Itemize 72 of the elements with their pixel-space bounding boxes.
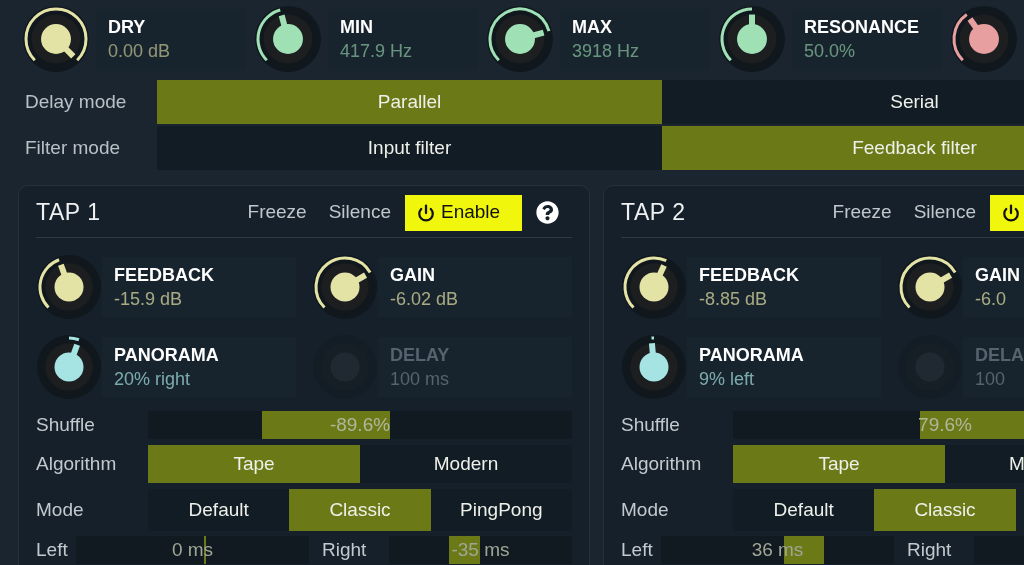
row-label: Mode xyxy=(621,497,670,522)
knob-value: 3918 Hz xyxy=(572,40,641,63)
option-button[interactable]: M xyxy=(945,445,1024,483)
tap-title: TAP 2 xyxy=(621,198,687,228)
option-button[interactable]: Classic xyxy=(289,489,431,531)
value-field[interactable]: -35 ms xyxy=(389,536,572,564)
option-button[interactable]: Serial xyxy=(662,80,1024,124)
knob-label: PANORAMA xyxy=(114,344,220,367)
knob-label: DELA xyxy=(975,344,1024,367)
row-label: Algorithm xyxy=(621,451,703,476)
knob-label: FEEDBACK xyxy=(699,264,800,287)
knob-value: 100 ms xyxy=(390,368,451,391)
knob[interactable] xyxy=(22,5,90,73)
silence-button[interactable]: Silence xyxy=(317,194,402,231)
option-button[interactable]: Default xyxy=(733,489,875,531)
field-value: -35 ms xyxy=(451,537,510,562)
row-label: Delay mode xyxy=(24,89,128,114)
option-button[interactable]: PingPong xyxy=(430,489,572,531)
option-button[interactable]: Feedback filter xyxy=(662,126,1024,170)
knob-value: -15.9 dB xyxy=(114,288,184,311)
knob[interactable] xyxy=(621,254,687,320)
knob-label: PANORAMA xyxy=(699,344,805,367)
power-icon xyxy=(1002,203,1020,222)
knob-label: GAIN xyxy=(975,264,1021,287)
knob-value: 0.00 dB xyxy=(108,40,172,63)
row-label: Left xyxy=(36,537,69,562)
tap-title: TAP 1 xyxy=(36,198,102,228)
option-button[interactable]: Default xyxy=(148,489,290,531)
option-button[interactable]: Parallel xyxy=(157,80,662,124)
row-label: Right xyxy=(906,537,953,562)
knob-label: RESONANCE xyxy=(804,16,920,39)
knob[interactable] xyxy=(621,334,687,400)
row-label: Filter mode xyxy=(24,135,122,160)
row-label: Left xyxy=(621,537,654,562)
knob[interactable] xyxy=(36,254,102,320)
knob-value: 50.0% xyxy=(804,40,857,63)
help-icon[interactable] xyxy=(535,201,559,224)
option-button[interactable]: Classic xyxy=(874,489,1016,531)
knob-value: -6.0 xyxy=(975,288,1008,311)
option-button[interactable]: Tape xyxy=(733,445,945,483)
row-label: Mode xyxy=(36,497,85,522)
knob[interactable] xyxy=(36,334,102,400)
option-button[interactable]: Modern xyxy=(360,445,572,483)
silence-button[interactable]: Silence xyxy=(902,194,987,231)
knob[interactable] xyxy=(486,5,554,73)
knob[interactable] xyxy=(254,5,322,73)
knob-value: 417.9 Hz xyxy=(340,40,414,63)
knob-value: 9% left xyxy=(699,368,756,391)
knob-label: MAX xyxy=(572,16,613,39)
freeze-button[interactable]: Freeze xyxy=(821,194,903,231)
row-label: Shuffle xyxy=(621,412,681,437)
row-label: Algorithm xyxy=(36,451,118,476)
knob-label: MIN xyxy=(340,16,374,39)
knob-value: -6.02 dB xyxy=(390,288,460,311)
knob-label: DELAY xyxy=(390,344,451,367)
row-label: Right xyxy=(321,537,368,562)
knob-value: 20% right xyxy=(114,368,192,391)
row-label: Shuffle xyxy=(36,412,96,437)
knob-label: DRY xyxy=(108,16,147,39)
knob[interactable] xyxy=(312,254,378,320)
knob-value: -8.85 dB xyxy=(699,288,769,311)
option-button[interactable]: Input filter xyxy=(157,126,662,170)
power-icon xyxy=(417,203,435,222)
enable-button[interactable]: Enable xyxy=(405,194,522,231)
knob-label: FEEDBACK xyxy=(114,264,215,287)
knob[interactable] xyxy=(950,5,1018,73)
option-button[interactable]: Tape xyxy=(148,445,360,483)
freeze-button[interactable]: Freeze xyxy=(236,194,318,231)
knob[interactable] xyxy=(897,254,963,320)
knob-value: 100 xyxy=(975,368,1007,391)
knob[interactable] xyxy=(718,5,786,73)
knob-label: GAIN xyxy=(390,264,436,287)
